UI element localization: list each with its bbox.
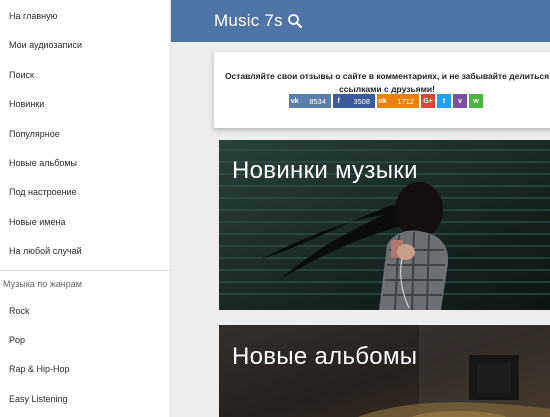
sidebar-genre-easy-listening[interactable]: Easy Listening [0,385,170,414]
sidebar-item-home[interactable]: На главную [0,2,170,31]
header-bar: Music 7s [171,0,550,42]
twitter-icon: t [442,97,446,105]
sidebar-item-mood[interactable]: Под настроение [0,178,170,207]
sidebar-item-my-audio[interactable]: Мои аудиозаписи [0,31,170,60]
vk-share-button[interactable]: vk 8534 [289,94,331,108]
odnoklassniki-icon: ok [378,97,387,105]
odnoklassniki-share-count: 1712 [397,96,414,106]
viber-icon: v [458,97,462,105]
sidebar-genre-pop[interactable]: Pop [0,326,170,355]
page: На главную Мои аудиозаписи Поиск Новинки… [0,0,550,417]
new-music-title: Новинки музыки [232,157,418,184]
share-message: Оставляйте свои отзывы о сайте в коммент… [224,71,550,94]
twitter-share-button[interactable]: t [437,94,451,108]
facebook-icon: f [337,97,340,105]
new-music-banner[interactable]: Новинки музыки [219,140,550,310]
genres-heading: Музыка по жанрам [3,278,82,289]
sidebar-genre-rock[interactable]: Rock [0,297,170,326]
site-logo[interactable]: Music 7s [214,11,283,31]
sidebar-item-new-names[interactable]: Новые имена [0,208,170,237]
whatsapp-share-button[interactable]: w [469,94,483,108]
sidebar-item-any-occasion[interactable]: На любой случай [0,237,170,266]
sidebar-genre-rap-hip-hop[interactable]: Rap & Hip-Hop [0,355,170,384]
whatsapp-icon: w [473,97,479,105]
facebook-share-count: 3508 [353,96,370,106]
search-icon[interactable] [287,13,303,29]
google-plus-share-button[interactable]: G+ [421,94,435,108]
vk-share-count: 8534 [309,96,326,106]
sidebar: На главную Мои аудиозаписи Поиск Новинки… [0,0,171,417]
new-albums-title: Новые альбомы [232,343,418,370]
sidebar-item-search[interactable]: Поиск [0,61,170,90]
viber-share-button[interactable]: v [453,94,467,108]
share-buttons: vk 8534 f 3508 ok 1712 G+ t v w [289,94,483,108]
google-plus-icon: G+ [423,97,433,105]
vk-icon: vk [290,97,299,105]
new-albums-banner-image [219,325,550,417]
odnoklassniki-share-button[interactable]: ok 1712 [377,94,419,108]
sidebar-item-new[interactable]: Новинки [0,90,170,119]
new-albums-banner[interactable]: Новые альбомы [219,325,550,417]
sidebar-item-popular[interactable]: Популярное [0,120,170,149]
sidebar-item-new-albums[interactable]: Новые альбомы [0,149,170,178]
facebook-share-button[interactable]: f 3508 [333,94,375,108]
share-card: Оставляйте свои отзывы о сайте в коммент… [214,52,550,128]
